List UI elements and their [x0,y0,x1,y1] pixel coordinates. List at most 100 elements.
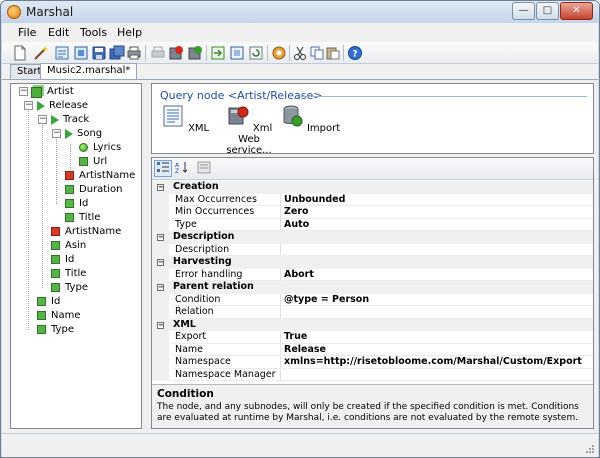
property-value[interactable] [282,244,593,256]
query-node-icon [37,101,45,111]
field-node-icon [51,255,60,264]
menu-help[interactable]: Help [117,26,142,39]
property-row[interactable]: Name Release [152,343,593,356]
minimize-button[interactable]: — [512,2,535,20]
copy-icon[interactable] [309,45,325,61]
main-content: − − − − Artist Release Track Song Lyrics… [2,79,598,433]
property-name: Namespace [173,356,281,369]
close-button[interactable]: ✕ [560,2,593,20]
settings-icon[interactable] [271,45,287,61]
property-value[interactable] [282,369,593,381]
property-category[interactable]: − Harvesting [152,256,593,269]
property-name: Condition [173,293,281,306]
property-row[interactable]: Type Auto [152,218,593,231]
menu-edit[interactable]: Edit [48,26,69,39]
import-action-button[interactable]: Import [279,104,341,134]
save-icon[interactable] [91,45,107,61]
record-icon[interactable] [168,45,184,61]
property-value[interactable]: @type = Person [282,294,593,306]
menu-tools[interactable]: Tools [80,26,107,39]
key-node-icon [65,171,74,180]
categorized-view-button[interactable] [154,160,172,177]
new-icon[interactable] [12,45,28,61]
xml-web-service-action-button[interactable]: Xml Web service... [218,104,280,156]
record-alt-icon[interactable] [187,45,203,61]
save-all-icon[interactable] [109,45,125,61]
print-icon[interactable] [126,45,142,61]
property-value[interactable]: True [282,331,593,344]
row-gutter [152,206,169,219]
category-label: Creation [173,181,219,192]
property-row[interactable]: Condition @type = Person [152,293,593,306]
wizard-icon[interactable] [33,45,49,61]
refresh-icon[interactable] [248,45,264,61]
property-category[interactable]: − XML [152,318,593,331]
property-value[interactable]: Abort [282,269,593,281]
property-value[interactable]: Unbounded [282,194,593,206]
property-category[interactable]: − Parent relation [152,281,593,294]
row-gutter [152,343,169,356]
open-folder-icon[interactable] [73,45,89,61]
property-row[interactable]: Max Occurrences Unbounded [152,193,593,206]
property-value[interactable]: Release [282,344,593,356]
xml-action-button[interactable]: XML [154,104,216,134]
property-value[interactable] [282,306,593,319]
property-row[interactable]: Namespace xmlns=http://risetobloome.com/M… [152,356,593,369]
category-label: Description [173,231,235,242]
description-text: The node, and any subnodes, will only be… [157,402,579,423]
field-node-icon [37,325,46,334]
field-node-icon [37,297,46,306]
field-node-icon [51,241,60,250]
collapse-toggle[interactable]: − [157,284,164,291]
property-category[interactable]: − Creation [152,181,593,194]
expand-toggle[interactable]: − [52,129,61,138]
export-icon[interactable] [210,45,226,61]
window-title: Marshal [26,5,74,19]
tab-music2-marshal[interactable]: Music2.marshal* [40,63,138,79]
property-row[interactable]: Export True [152,331,593,344]
property-row[interactable]: Min Occurrences Zero [152,206,593,219]
property-row[interactable]: Namespace Manager [152,368,593,381]
property-value[interactable]: Auto [282,219,593,231]
app-window: Marshal — □ ✕ File Edit Tools Help ? Sta… [0,0,600,458]
expand-toggle[interactable]: − [38,115,47,124]
query-node-panel: Query node <Artist/Release> XML Xml Web … [151,83,594,156]
expand-toggle[interactable]: − [24,101,33,110]
row-gutter [152,356,169,369]
cut-icon[interactable] [292,45,308,61]
open-icon[interactable] [54,45,70,61]
property-value[interactable]: Zero [282,206,593,219]
paste-icon[interactable] [325,45,341,61]
field-node-icon [51,283,60,292]
field-node-icon [65,185,74,194]
property-pages-icon [197,161,211,174]
resize-grip-icon[interactable] [585,444,595,454]
row-gutter [152,293,169,306]
property-row[interactable]: Relation [152,306,593,319]
disabled-print-icon[interactable] [150,45,166,61]
xml-action-label: XML [188,123,210,134]
alphabetical-view-button[interactable]: AZ [173,160,191,177]
property-category[interactable]: − Description [152,231,593,244]
help-icon[interactable]: ? [347,45,363,61]
category-label: Parent relation [173,281,254,292]
web-service-icon [228,106,249,125]
property-grid: AZ − Creation Max Occurrences Unbounded Min … [151,157,594,429]
collapse-toggle[interactable]: − [157,234,164,241]
collapse-toggle[interactable]: − [157,259,164,266]
property-row[interactable]: Error handling Abort [152,268,593,281]
schema-tree[interactable]: − − − − Artist Release Track Song Lyrics… [10,83,142,429]
import-icon[interactable] [229,45,245,61]
property-name: Description [173,243,281,256]
maximize-button[interactable]: □ [536,2,559,20]
menu-file[interactable]: File [18,26,36,39]
property-pages-button[interactable] [195,160,213,177]
collapse-toggle[interactable]: − [157,184,164,191]
row-gutter [152,268,169,281]
property-row[interactable]: Description [152,243,593,256]
property-value[interactable]: xmlns=http://risetobloome.com/Marshal/Cu… [282,356,593,369]
property-name: Name [173,343,281,356]
collapse-toggle[interactable]: − [157,321,164,329]
expand-toggle[interactable]: − [19,87,28,96]
marshal-app-icon[interactable] [7,5,21,19]
